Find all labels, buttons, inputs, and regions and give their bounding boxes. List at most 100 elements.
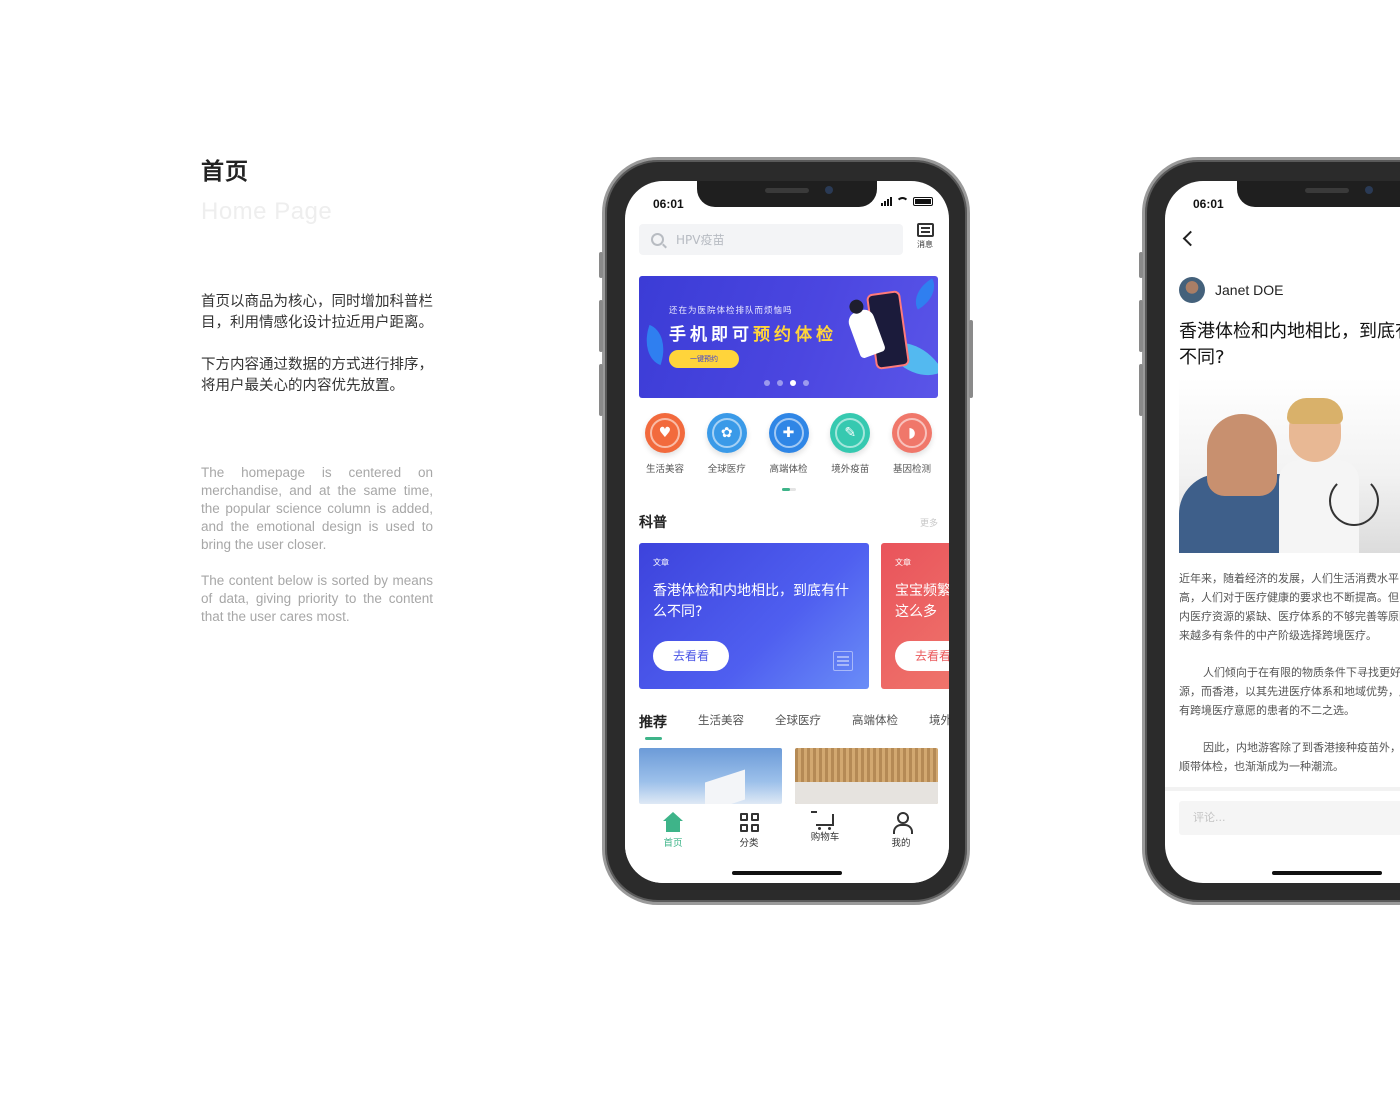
status-icons [881,197,933,206]
syringe-icon: ✎ [830,413,871,453]
home-screen: 06:01 HPV疫苗 消息 还在为医院体检排队而烦恼吗 手机即可预约体检 一键… [625,181,949,883]
intro-en-paragraph: The homepage is centered on merchandise,… [201,465,433,552]
tab-item[interactable]: 境外疫苗 [929,712,949,732]
category-label: 生活美容 [645,464,684,475]
signal-icon [881,197,892,206]
phone-frame-detail: 06:01 Janet DOE 香港体检和内地相比，到底有什么 不同? 近年来，… [1139,157,1400,905]
intro-cn-text: 首页以商品为核心，同时增加科普栏目，利用情感化设计拉近用户距离。 下方内容通过数… [201,292,433,397]
article-card[interactable]: 文章 香港体检和内地相比，到底有什么不同? 去看看 [639,543,869,689]
notch [1237,181,1400,207]
category-item[interactable]: ♥ 生活美容 [639,413,691,475]
category-item[interactable]: ✿ 全球医疗 [701,413,753,475]
message-icon [916,223,934,237]
product-card[interactable] [639,748,782,804]
category-item[interactable]: ✚ 高端体检 [763,413,815,475]
mute-switch [599,252,603,278]
nav-label: 购物车 [810,832,840,843]
status-time: 06:01 [653,197,684,211]
intro-cn-paragraph: 下方内容通过数据的方式进行排序，将用户最关心的内容优先放置。 [201,357,433,394]
science-header: 科普 更多 [639,512,938,532]
category-label: 全球医疗 [707,464,746,475]
search-icon [651,233,664,246]
banner-dot[interactable] [777,380,783,386]
message-button[interactable]: 消息 [913,223,937,250]
showcase-page: 首页 Home Page 首页以商品为核心，同时增加科普栏目，利用情感化设计拉近… [0,0,1400,1114]
tab-item[interactable]: 全球医疗 [775,712,821,732]
read-article-button[interactable]: 去看看 [653,641,729,671]
document-icon [833,651,853,671]
home-indicator [732,871,842,875]
article-paragraph: 近年来，随着经济的发展，人们生活消费水平日益提高，人们对于医疗健康的要求也不断提… [1179,572,1400,642]
banner-dot-active[interactable] [790,380,796,386]
intro-en-paragraph: The content below is sorted by means of … [201,573,433,624]
grid-icon [739,812,759,832]
category-row: ♥ 生活美容 ✿ 全球医疗 ✚ 高端体检 ✎ 境外疫苗 ◗ 基因检测 [639,413,938,475]
article-image [1179,378,1400,553]
leaf-decoration [639,324,673,366]
article-body: 近年来，随着经济的发展，人们生活消费水平日益提高，人们对于医疗健康的要求也不断提… [1179,569,1400,776]
read-article-button[interactable]: 去看看 [895,641,949,671]
home-icon [663,812,683,832]
intro-title: 首页 [201,159,249,185]
mute-switch [1139,252,1143,278]
category-item[interactable]: ◗ 基因检测 [886,413,938,475]
tooth-icon: ◗ [892,413,932,453]
avatar[interactable] [1179,277,1205,303]
wifi-icon [896,197,909,206]
power-button [969,320,973,398]
intro-cn-paragraph: 首页以商品为核心，同时增加科普栏目，利用情感化设计拉近用户距离。 [201,294,433,331]
nav-label: 首页 [663,838,683,849]
nav-item[interactable]: 我的 [876,812,926,883]
gear-icon: ✿ [706,413,747,453]
article-card[interactable]: 文章 宝宝频繁这么多 去看看 [881,543,949,689]
comment-input[interactable]: 评论... [1179,801,1400,835]
message-label: 消息 [917,240,933,249]
article-title: 香港体检和内地相比，到底有什么不同? [653,583,849,620]
search-placeholder: HPV疫苗 [676,233,725,247]
volume-down-button [1139,364,1143,416]
nav-label: 分类 [739,838,759,849]
search-input[interactable]: HPV疫苗 [639,224,903,255]
phone-frame-home: 06:01 HPV疫苗 消息 还在为医院体检排队而烦恼吗 手机即可预约体检 一键… [599,157,973,905]
category-scroll-indicator [782,488,796,491]
banner-dot[interactable] [764,380,770,386]
book-now-button[interactable]: 一键预约 [669,350,739,368]
article-title: 香港体检和内地相比，到底有什么 不同? [1179,321,1400,368]
volume-up-button [1139,300,1143,352]
tab-item[interactable]: 高端体检 [852,712,898,732]
banner-pagination [764,380,809,386]
volume-down-button [599,364,603,416]
medical-kit-icon: ✚ [768,413,809,453]
nav-label: 我的 [891,838,911,849]
product-card[interactable] [795,748,938,804]
article-title: 宝宝频繁这么多 [895,583,949,620]
article-tag: 文章 [653,558,669,567]
divider [1165,787,1400,791]
category-label: 境外疫苗 [831,464,870,475]
notch [697,181,877,207]
status-time: 06:01 [1193,197,1224,211]
nav-item[interactable]: 首页 [648,812,698,883]
article-tag: 文章 [895,558,911,567]
user-icon [891,812,913,834]
tab-item[interactable]: 推荐 [639,712,667,740]
back-arrow-icon[interactable] [1182,230,1199,247]
heart-icon: ♥ [645,413,685,453]
home-indicator [1272,871,1382,875]
science-title: 科普 [639,515,667,531]
banner-title: 手机即可预约体检 [669,325,837,345]
intro-subtitle: Home Page [201,198,333,225]
banner-dot[interactable] [803,380,809,386]
article-paragraph: 因此，内地游客除了到香港接种疫苗外，也开始顺带体检，也渐渐成为一种潮流。 [1179,741,1400,773]
category-label: 基因检测 [892,464,931,475]
promo-banner[interactable]: 还在为医院体检排队而烦恼吗 手机即可预约体检 一键预约 [639,276,938,398]
author-name: Janet DOE [1215,282,1284,298]
article-paragraph: 人们倾向于在有限的物质条件下寻找更好的医疗资源，而香港，以其先进医疗体系和地域优… [1179,666,1400,717]
tab-item[interactable]: 生活美容 [698,712,744,732]
battery-icon [913,197,933,206]
author-info[interactable]: Janet DOE [1179,277,1283,303]
intro-en-text: The homepage is centered on merchandise,… [201,464,433,626]
science-more-link[interactable]: 更多 [920,516,938,529]
recommend-tabs: 推荐 生活美容 全球医疗 高端体检 境外疫苗 [639,712,949,740]
category-item[interactable]: ✎ 境外疫苗 [824,413,876,475]
